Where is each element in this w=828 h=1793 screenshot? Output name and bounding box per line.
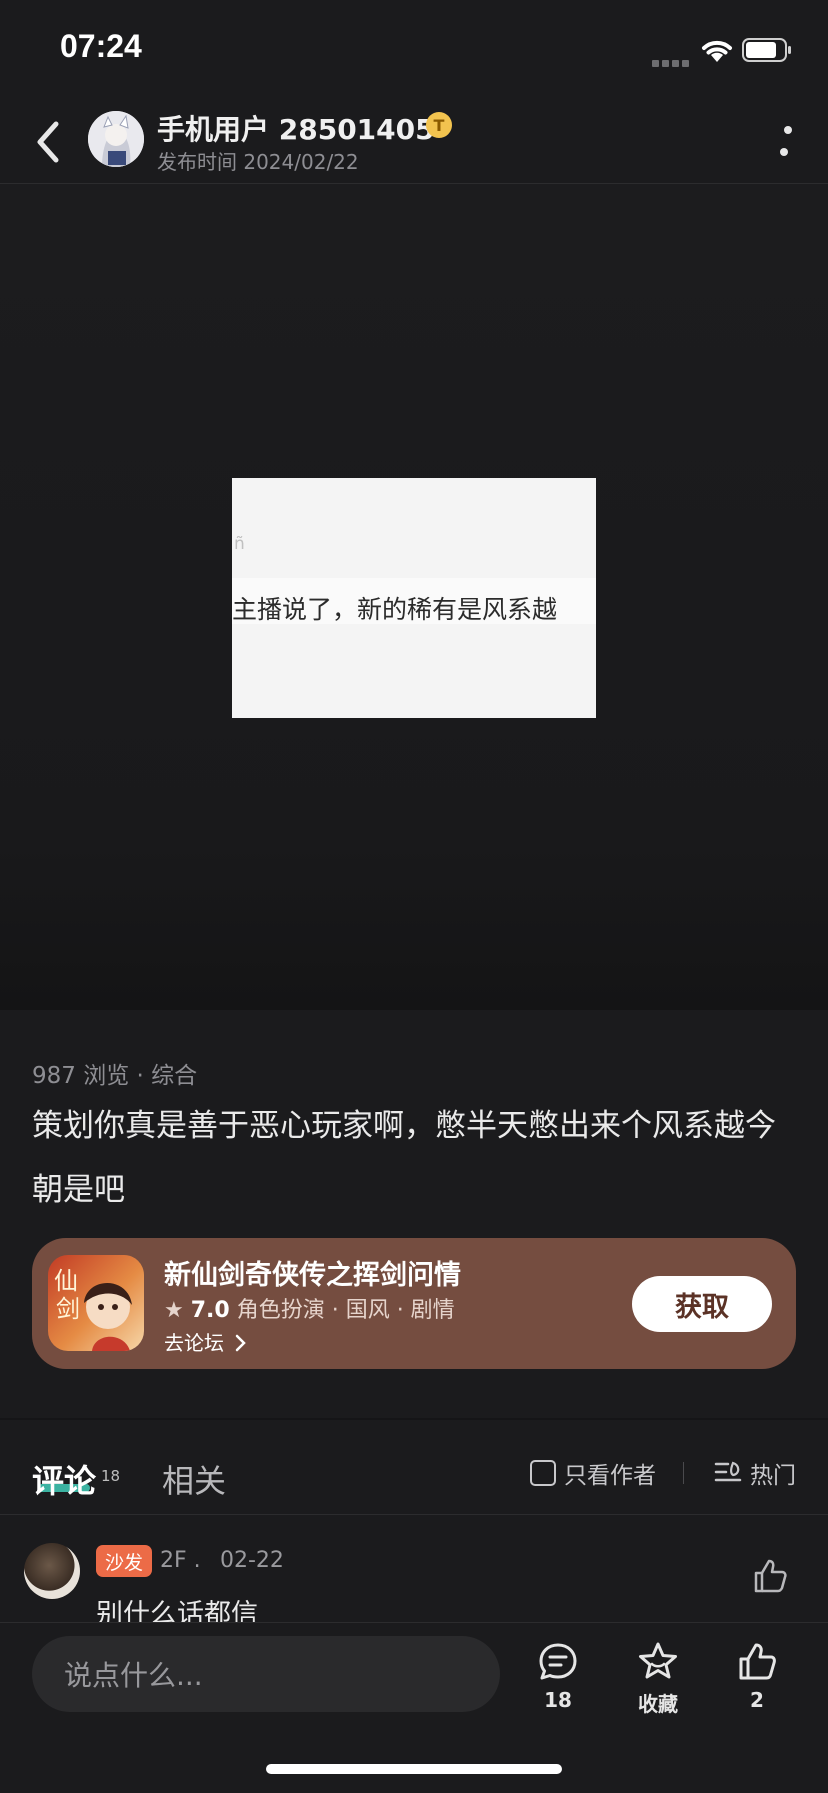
more-options-icon[interactable] — [770, 120, 802, 164]
post-text: 策划你真是善于恶心玩家啊，憋半天憋出来个风系越今朝是吧 — [32, 1108, 776, 1208]
thumbs-up-icon — [739, 1643, 776, 1680]
star-icon: ★ — [164, 1298, 184, 1323]
comment-bubble-icon — [539, 1643, 577, 1680]
tab-related[interactable]: 相关 — [162, 1456, 226, 1502]
chevron-left-icon — [37, 121, 59, 163]
comment-floor: 2F . — [160, 1548, 201, 1573]
game-app-icon[interactable]: 仙 剑 — [48, 1255, 144, 1351]
comment-count: 18 — [544, 1688, 572, 1712]
comment-button[interactable]: 18 — [518, 1640, 598, 1712]
status-time: 07:24 — [60, 28, 142, 64]
signal-icon — [652, 52, 692, 67]
author-avatar[interactable] — [88, 111, 144, 167]
star-outline-icon — [639, 1642, 677, 1679]
sofa-badge: 沙发 — [96, 1545, 152, 1577]
favorite-button[interactable]: 收藏 — [618, 1640, 698, 1717]
only-author-label: 只看作者 — [564, 1463, 656, 1489]
tab-separator — [683, 1462, 684, 1484]
comment-like-icon[interactable] — [750, 1556, 790, 1596]
back-button[interactable] — [22, 112, 74, 172]
battery-icon — [742, 38, 791, 62]
image-caption: 主播说了，新的稀有是风系越 — [232, 595, 558, 624]
svg-text:剑: 剑 — [56, 1295, 80, 1323]
comment-input[interactable]: 说点什么... — [32, 1636, 500, 1712]
game-title[interactable]: 新仙剑奇侠传之挥剑问情 — [164, 1253, 461, 1292]
post-image[interactable]: ñ 主播说了，新的稀有是风系越 — [232, 478, 596, 718]
home-indicator[interactable] — [266, 1764, 562, 1774]
game-tags: 角色扮演 · 国风 · 剧情 — [236, 1298, 455, 1323]
comments-count-badge: 18 — [101, 1467, 121, 1485]
sort-label: 热门 — [750, 1463, 796, 1489]
favorite-label: 收藏 — [638, 1692, 678, 1716]
forum-link-label: 去论坛 — [164, 1331, 224, 1355]
author-level-badge: T — [426, 112, 452, 138]
only-author-toggle[interactable]: 只看作者 — [530, 1458, 656, 1489]
checkbox-icon — [530, 1460, 556, 1486]
forum-link[interactable]: 去论坛 — [164, 1327, 248, 1356]
author-name[interactable]: 手机用户 28501405 — [157, 108, 435, 148]
game-rating: 7.0 — [190, 1298, 230, 1323]
publish-time: 发布时间 2024/02/22 — [157, 150, 359, 174]
tabs-divider — [0, 1514, 828, 1515]
chevron-right-icon — [236, 1334, 247, 1352]
get-game-button[interactable]: 获取 — [632, 1276, 772, 1332]
like-button[interactable]: 2 — [717, 1640, 797, 1712]
comment-date: 02-22 — [220, 1548, 284, 1573]
tab-comments[interactable]: 评论 — [32, 1456, 96, 1502]
post-meta: 987 浏览 · 综合 — [32, 1063, 198, 1089]
sort-icon — [714, 1461, 742, 1482]
sort-hot-button[interactable]: 热门 — [714, 1458, 796, 1489]
section-divider — [0, 1418, 828, 1420]
commenter-avatar[interactable] — [24, 1543, 80, 1599]
svg-text:仙: 仙 — [54, 1267, 78, 1295]
wifi-icon — [702, 40, 732, 62]
image-hint-text: ñ — [234, 534, 245, 554]
game-rating-row: ★ 7.0 角色扮演 · 国风 · 剧情 — [164, 1292, 455, 1324]
like-count: 2 — [750, 1688, 764, 1712]
